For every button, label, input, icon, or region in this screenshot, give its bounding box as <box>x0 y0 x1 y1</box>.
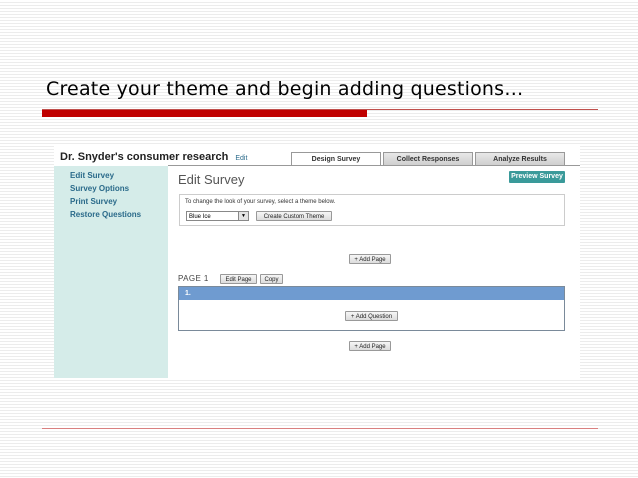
survey-editor-screenshot: Dr. Snyder's consumer research Edit Desi… <box>54 146 580 378</box>
theme-panel: To change the look of your survey, selec… <box>179 194 565 226</box>
survey-title: Dr. Snyder's consumer research Edit <box>60 151 247 163</box>
sidebar-item-edit-survey[interactable]: Edit Survey <box>70 171 168 180</box>
slide-title: Create your theme and begin adding quest… <box>46 78 524 100</box>
page-label: PAGE 1 <box>178 274 209 283</box>
create-custom-theme-button[interactable]: Create Custom Theme <box>256 211 332 221</box>
theme-select[interactable]: Blue Ice ▼ <box>186 211 249 221</box>
sidebar-item-survey-options[interactable]: Survey Options <box>70 184 168 193</box>
theme-instruction: To change the look of your survey, selec… <box>185 199 336 205</box>
add-page-button-top[interactable]: + Add Page <box>349 254 391 264</box>
title-accent-bar <box>42 110 367 117</box>
edit-title-link[interactable]: Edit <box>235 155 247 162</box>
tab-collect-responses[interactable]: Collect Responses <box>383 152 473 165</box>
sidebar-item-restore-questions[interactable]: Restore Questions <box>70 210 168 219</box>
sidebar: Edit Survey Survey Options Print Survey … <box>54 166 168 378</box>
sidebar-item-print-survey[interactable]: Print Survey <box>70 197 168 206</box>
survey-title-text: Dr. Snyder's consumer research <box>60 151 229 163</box>
tabs-divider <box>168 165 580 166</box>
question-block: 1. + Add Question <box>178 286 565 331</box>
add-page-button-bottom[interactable]: + Add Page <box>349 341 391 351</box>
tab-analyze-results[interactable]: Analyze Results <box>475 152 565 165</box>
page-title: Edit Survey <box>178 172 245 187</box>
question-number: 1. <box>179 287 564 300</box>
chevron-down-icon[interactable]: ▼ <box>238 212 248 220</box>
add-question-button[interactable]: + Add Question <box>345 311 398 321</box>
preview-survey-button[interactable]: Preview Survey <box>509 171 565 183</box>
footer-rule <box>42 428 598 429</box>
copy-page-button[interactable]: Copy <box>260 274 283 284</box>
edit-page-button[interactable]: Edit Page <box>220 274 257 284</box>
theme-select-value: Blue Ice <box>189 214 211 220</box>
tab-design-survey[interactable]: Design Survey <box>291 152 381 166</box>
